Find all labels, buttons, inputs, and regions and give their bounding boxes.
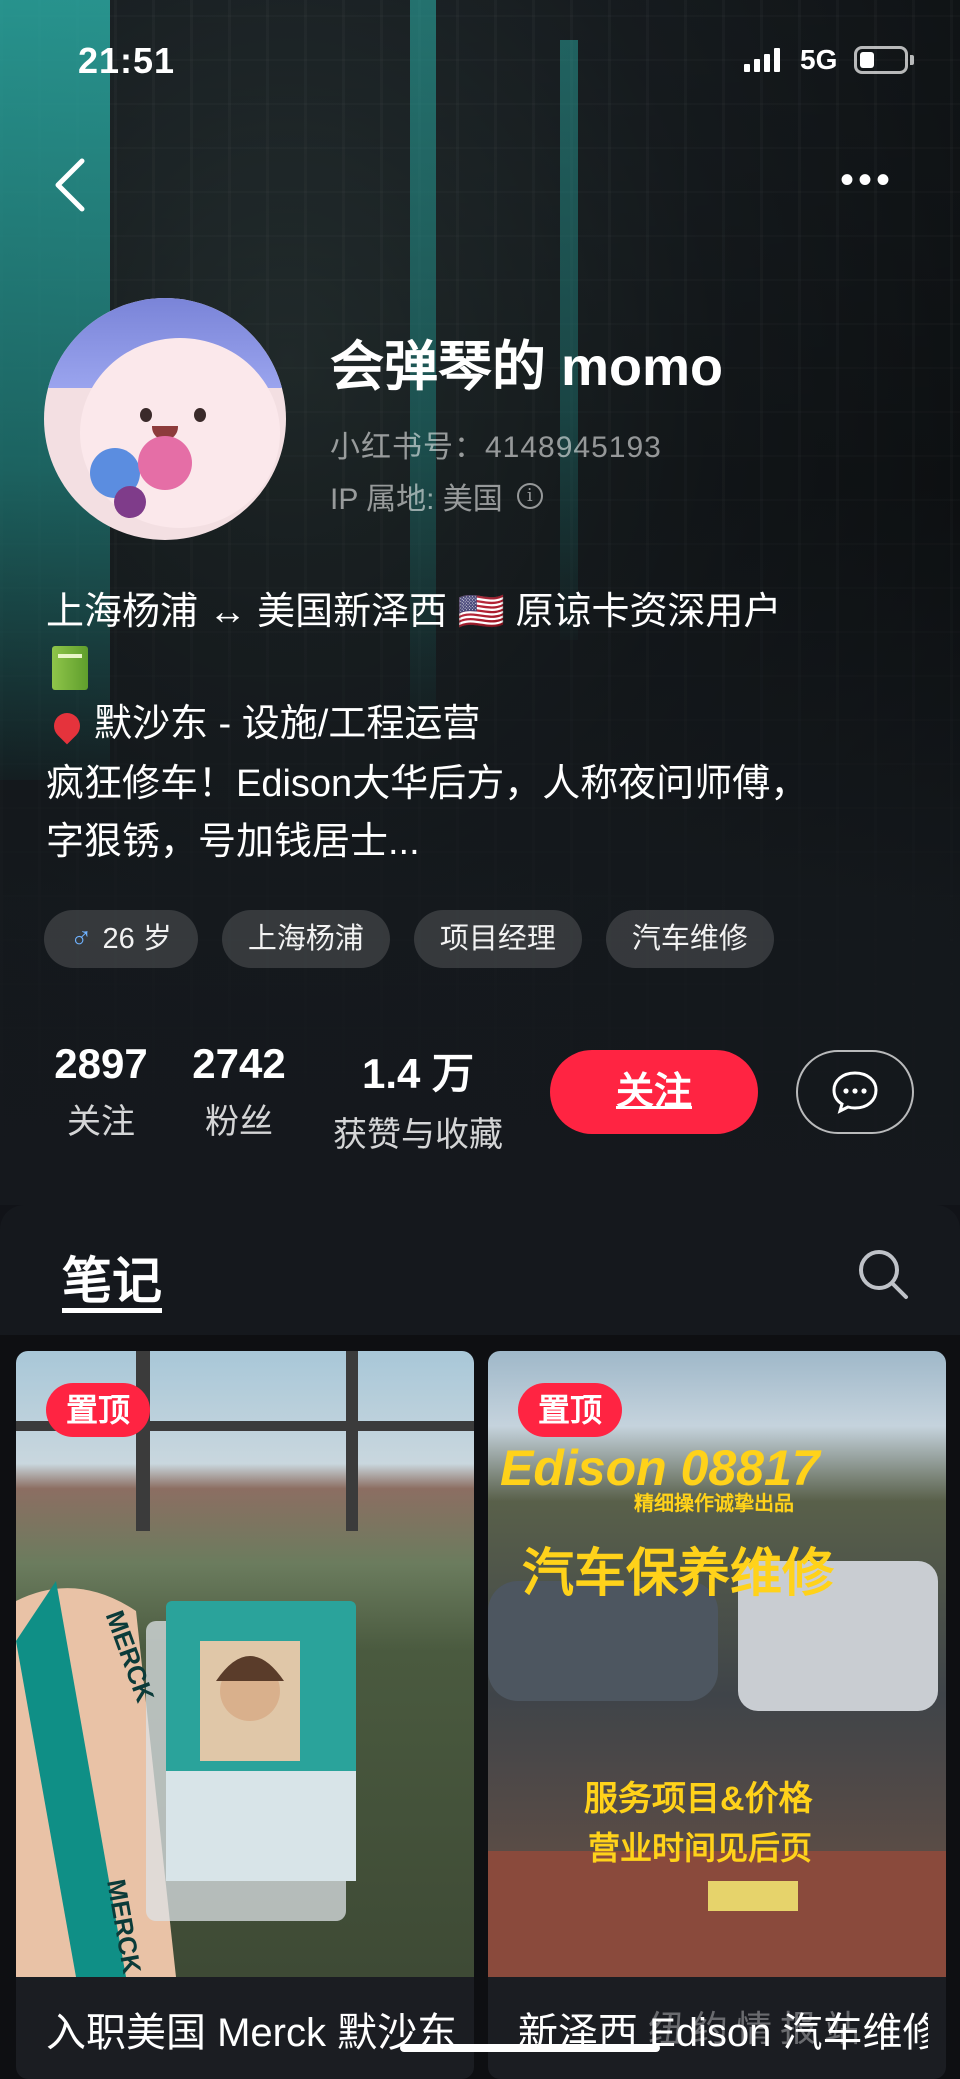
tag-label: 26 岁 [102,923,172,955]
id-badge-photo [16,1351,474,1977]
stat-label: 关注 [67,1103,135,1141]
battery-icon [854,46,908,74]
note-card[interactable]: MERCK MERCK 置顶 入职美国 Merck 默沙东总部 & 面试 [16,1351,474,2079]
network-type: 5G [800,44,838,75]
note-cover-image: MERCK MERCK [16,1351,474,1977]
note-cover-image: Edison 08817 精细操作诚挚出品 汽车保养维修 服务项目&价格 营业时… [488,1351,946,1977]
search-icon [859,1250,908,1299]
home-indicator [400,2044,660,2052]
tag-label: 汽车维修 [631,923,748,955]
pinned-badge: 置顶 [518,1383,623,1437]
ip-location-text: IP 属地: 美国 [330,483,503,516]
tag-interest: 汽车维修 [605,910,774,968]
tag-age: ♂ 26 岁 [44,910,198,968]
chevron-left-icon [55,158,85,212]
back-button[interactable] [50,155,100,221]
ip-location: IP 属地: 美国 i [330,474,543,518]
notes-tab-bar: 笔记 [0,1205,960,1335]
cover-subheadline: 精细操作诚挚出品 [634,1493,794,1515]
signal-icon [744,48,780,72]
cover-headline: 汽车保养维修 [522,1545,835,1603]
tag-occupation: 项目经理 [413,910,582,968]
tab-notes[interactable]: 笔记 [62,1241,162,1313]
flower-icon [138,436,192,490]
avatar[interactable] [44,298,286,540]
avatar-eye [140,408,152,422]
stat-value: 2742 [192,1040,286,1087]
male-icon: ♂ [70,922,93,955]
bio-line-location: 默沙东 - 设施/工程运营 [46,696,926,752]
flower-icon [114,486,146,518]
cover-caption: 营业时间见后页 [588,1830,813,1866]
follow-button[interactable]: 关注 [550,1050,758,1134]
note-card[interactable]: Edison 08817 精细操作诚挚出品 汽车保养维修 服务项目&价格 营业时… [488,1351,946,2079]
stat-label: 粉丝 [205,1103,273,1141]
avatar-eye [194,408,206,422]
bio-line: 疯狂修车！Edison大华后方，人称夜问师傅， [46,763,809,805]
stat-value: 2897 [54,1040,148,1087]
tag-label: 上海杨浦 [247,923,364,955]
bio-line: 默沙东 - 设施/工程运营 [94,703,481,745]
more-options-button[interactable]: ••• [840,160,910,200]
info-icon[interactable]: i [516,483,543,509]
pinned-badge: 置顶 [46,1383,151,1437]
status-time: 21:51 [78,40,176,81]
bio-line: 上海杨浦 ↔ 美国新泽西 🇺🇸 原谅卡资深用户 [46,591,782,633]
status-bar: 21:51 5G [0,0,960,120]
stat-label: 获赞与收藏 [333,1116,503,1154]
stat-value: 1.4 万 [361,1050,475,1097]
note-title: 入职美国 Merck 默沙东总部 & 面试 [46,2011,456,2055]
stat-followers[interactable]: 2742 粉丝 [184,1040,294,1143]
search-button[interactable] [856,1247,910,1301]
more-dots-icon: ••• [840,158,895,202]
watermark: 纽约情报站 [648,2008,869,2049]
location-pin-icon [48,707,86,745]
message-button[interactable] [796,1050,914,1134]
red-id[interactable]: 小红书号：4148945193 [330,422,662,466]
notes-feed: MERCK MERCK 置顶 入职美国 Merck 默沙东总部 & 面试 Edi… [0,1335,960,2079]
profile-name: 会弹琴的 momo [330,337,724,397]
tag-location: 上海杨浦 [221,910,390,968]
stat-following[interactable]: 2897 关注 [46,1040,156,1143]
cover-caption: 服务项目&价格 [584,1780,813,1818]
battery-tip [910,55,914,65]
book-icon [52,646,88,690]
profile-tags: ♂ 26 岁 上海杨浦 项目经理 汽车维修 [44,910,774,968]
tag-label: 项目经理 [439,923,556,955]
avatar-face [80,338,280,528]
bio-line[interactable]: 字狠锈，号加钱居士... [46,814,926,870]
stat-likes[interactable]: 1.4 万 获赞与收藏 [318,1040,518,1156]
chat-bubble-icon [832,1071,878,1114]
